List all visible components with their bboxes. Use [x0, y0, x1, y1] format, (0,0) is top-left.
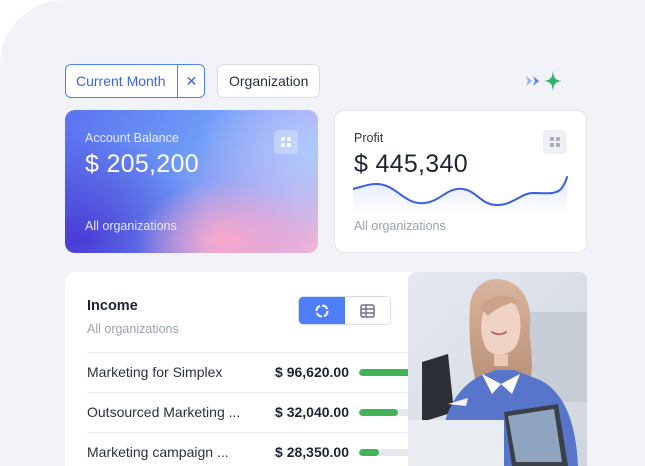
income-row[interactable]: Marketing campaign ... $ 28,350.00 [87, 432, 429, 466]
profit-title: Profit [354, 131, 384, 145]
income-row-name: Marketing campaign ... [87, 444, 229, 460]
income-row-amount: $ 32,040.00 [275, 404, 349, 420]
income-row-name: Outsourced Marketing ... [87, 404, 241, 420]
grid-icon[interactable] [543, 130, 567, 154]
table-icon [360, 303, 375, 318]
account-balance-value: $ 205,200 [85, 150, 199, 178]
current-month-filter-chip[interactable]: Current Month ✕ [65, 64, 206, 98]
income-row-amount: $ 28,350.00 [275, 444, 349, 460]
profit-scope: All organizations [354, 219, 446, 233]
income-row[interactable]: Marketing for Simplex $ 96,620.00 [87, 352, 429, 392]
organization-filter-chip[interactable]: Organization [217, 64, 321, 98]
income-row-amount: $ 96,620.00 [275, 364, 349, 380]
donut-chart-icon [315, 304, 329, 317]
chart-view-button[interactable] [299, 297, 345, 324]
income-title: Income [87, 298, 138, 314]
income-view-toggle [298, 296, 391, 325]
income-scope: All organizations [87, 322, 179, 336]
income-row[interactable]: Outsourced Marketing ... $ 32,040.00 [87, 392, 429, 432]
grid-icon[interactable] [274, 130, 298, 154]
filter-chip-label[interactable]: Current Month [66, 65, 177, 97]
income-row-name: Marketing for Simplex [87, 364, 223, 380]
account-balance-scope: All organizations [85, 219, 177, 233]
profit-card: Profit $ 445,340 All organizations [334, 110, 587, 253]
sparkle-icon[interactable] [524, 69, 564, 93]
account-balance-card: Account Balance $ 205,200 All organizati… [65, 110, 318, 253]
person-photo [408, 272, 587, 466]
table-view-button[interactable] [345, 297, 390, 324]
account-balance-title: Account Balance [85, 131, 179, 145]
close-icon[interactable]: ✕ [177, 65, 204, 97]
profit-sparkline [353, 176, 568, 215]
